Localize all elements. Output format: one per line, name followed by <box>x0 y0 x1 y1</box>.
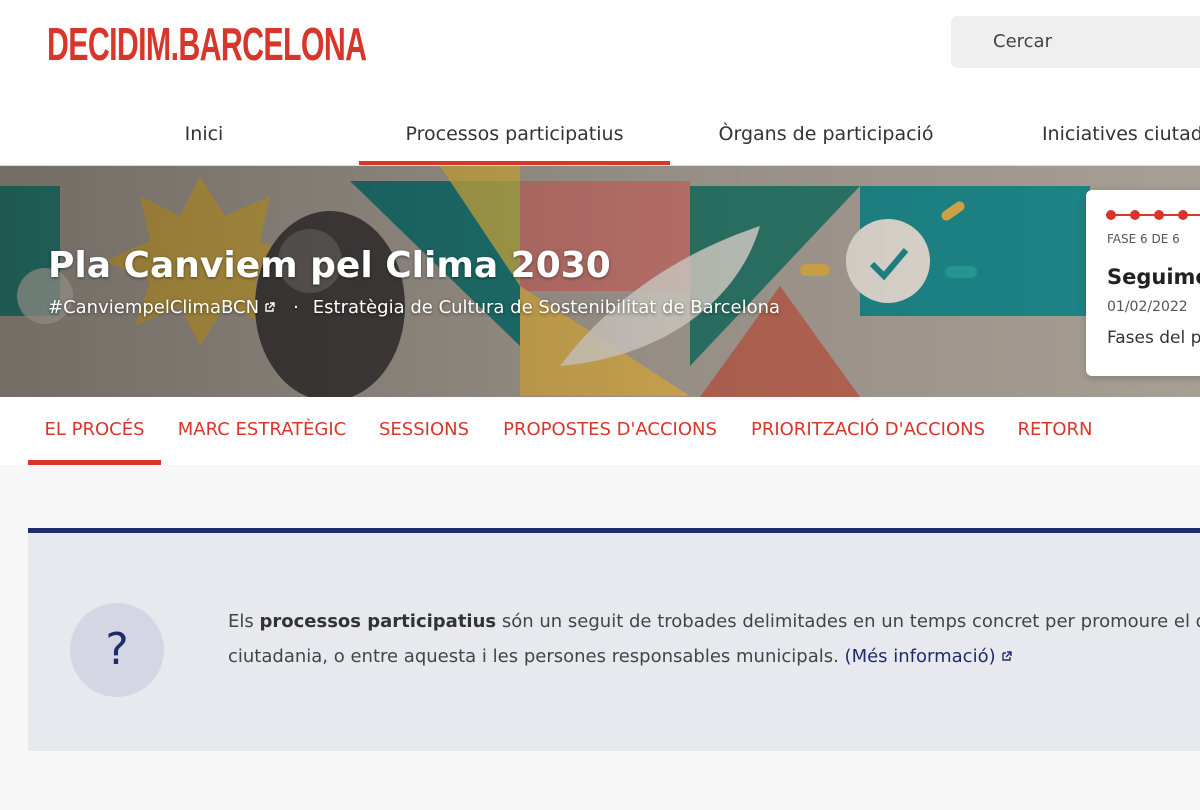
hero-meta: #CanviempelClimaBCN · Estratègia de Cultur… <box>48 297 780 318</box>
phase-name: Seguiment <box>1107 265 1200 289</box>
info-text-line1: són un seguit de trobades delimitades en… <box>496 611 1200 632</box>
info-bold-term: processos participatius <box>259 611 497 632</box>
tab-marc-estrategic[interactable]: MARC ESTRATÈGIC <box>172 397 352 465</box>
info-text-line2: ciutadania, o entre aquesta i les person… <box>228 646 845 667</box>
site-logo[interactable]: DECIDIM.BARCELONA <box>47 16 367 72</box>
nav-item-iniciatives[interactable]: Iniciatives ciutadanes <box>1025 104 1200 166</box>
phase-date: 01/02/2022 <box>1107 299 1188 315</box>
phase-dot <box>1106 210 1116 220</box>
hashtag-link[interactable]: #CanviempelClimaBCN <box>48 297 259 318</box>
phase-dot <box>1154 210 1164 220</box>
info-text-start: Els <box>228 611 260 632</box>
external-link-icon <box>265 302 275 312</box>
process-subtitle: Estratègia de Cultura de Sostenibilitat … <box>312 297 781 318</box>
tab-propostes[interactable]: PROPOSTES D'ACCIONS <box>496 397 724 465</box>
tab-prioritzacio[interactable]: PRIORITZACIÓ D'ACCIONS <box>744 397 992 465</box>
phase-label: FASE 6 DE 6 <box>1107 232 1180 246</box>
search-input[interactable]: Cercar <box>951 16 1200 68</box>
tab-sessions[interactable]: SESSIONS <box>372 397 476 465</box>
more-info-link[interactable]: (Més informació) <box>845 646 996 667</box>
process-tabs: EL PROCÉS MARC ESTRATÈGIC SESSIONS PROPO… <box>0 397 1200 465</box>
process-title: Pla Canviem pel Clima 2030 <box>48 245 611 286</box>
question-icon: ? <box>70 603 164 697</box>
phase-dot <box>1178 210 1188 220</box>
info-callout: ? Els processos participatius són un seg… <box>28 528 1200 751</box>
tab-retorn[interactable]: RETORN <box>1010 397 1100 465</box>
nav-item-processos[interactable]: Processos participatius <box>359 104 670 166</box>
tab-el-proces[interactable]: EL PROCÉS <box>28 397 161 465</box>
nav-item-organs[interactable]: Òrgans de participació <box>700 104 952 166</box>
site-header: DECIDIM.BARCELONA Cercar Inici Processos… <box>0 0 1200 166</box>
phase-dot <box>1130 210 1140 220</box>
phase-progress <box>1106 209 1200 221</box>
external-link-icon <box>1001 651 1012 661</box>
meta-separator: · <box>293 297 299 318</box>
phase-card[interactable]: FASE 6 DE 6 Seguiment 01/02/2022 Fases d… <box>1086 190 1200 376</box>
phases-link[interactable]: Fases del procés <box>1107 328 1200 348</box>
main-nav: Inici Processos participatius Òrgans de … <box>0 104 1200 166</box>
nav-item-inici[interactable]: Inici <box>150 104 258 166</box>
info-text: Els processos participatius són un segui… <box>228 604 1200 674</box>
